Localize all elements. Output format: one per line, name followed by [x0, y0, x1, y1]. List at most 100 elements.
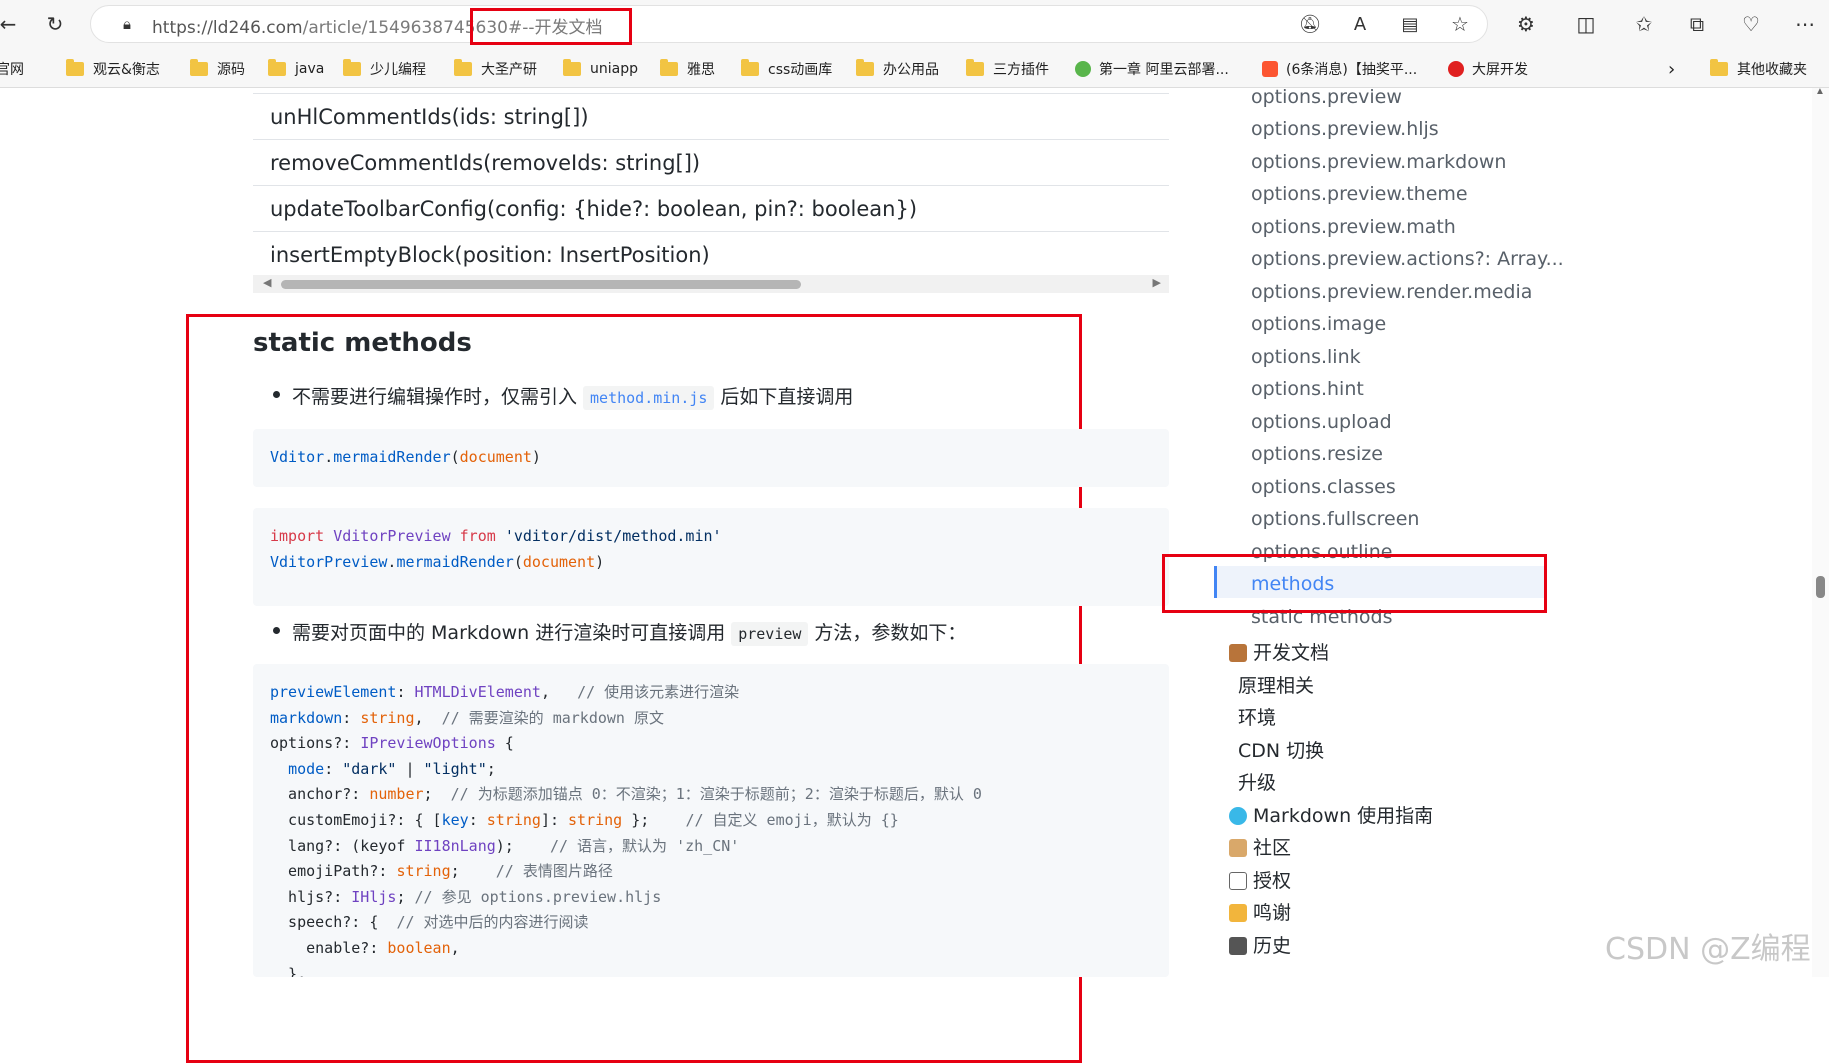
toc-item[interactable]: options.hint: [1251, 378, 1364, 400]
list-item: 需要对页面中的 Markdown 进行渲染时可直接调用 preview 方法，参数如…: [268, 618, 966, 646]
folder-icon: [1710, 59, 1728, 76]
url-hash-highlight: [470, 8, 632, 45]
bookmark-item[interactable]: (6条消息)【抽奖平...: [1262, 58, 1417, 80]
toc-item[interactable]: options.link: [1251, 346, 1361, 368]
read-aloud-icon[interactable]: A: [1346, 10, 1374, 38]
bookmark-item[interactable]: 大屏开发: [1448, 58, 1528, 80]
bookmarks-bar: 官网 观云&衡志 源码 java 少儿编程 大圣产研 uniapp 雅思 css…: [0, 48, 1829, 88]
toc-section[interactable]: 环境: [1238, 703, 1276, 730]
code-block: import VditorPreview from 'vditor/dist/m…: [253, 508, 1169, 606]
bookmark-folder[interactable]: uniapp: [563, 58, 638, 80]
markdown-guide-icon: [1229, 807, 1247, 825]
list-item: 不需要进行编辑操作时，仅需引入 method.min.js 后如下直接调用: [268, 382, 853, 410]
aliyun-icon: [1075, 61, 1091, 77]
site-icon: [1448, 61, 1464, 77]
folder-icon: [66, 59, 84, 76]
bookmark-folder[interactable]: 三方插件: [966, 58, 1049, 80]
csdn-icon: [1262, 61, 1278, 77]
bookmark-folder[interactable]: 雅思: [660, 58, 715, 80]
inline-code: preview: [731, 622, 809, 646]
back-icon[interactable]: ←: [0, 10, 22, 38]
toc-item[interactable]: options.classes: [1251, 476, 1396, 498]
toc-section[interactable]: 开发文档: [1229, 638, 1329, 665]
browser-essentials-icon[interactable]: ♡: [1737, 10, 1765, 38]
folder-icon: [660, 59, 678, 76]
bookmark-item[interactable]: 官网: [0, 58, 24, 80]
inline-code: method.min.js: [583, 386, 715, 410]
toc-item[interactable]: options.resize: [1251, 443, 1383, 465]
toc-section[interactable]: 授权: [1229, 866, 1291, 893]
dev-docs-icon: [1229, 644, 1247, 662]
toc-section[interactable]: 鸣谢: [1229, 898, 1291, 925]
toc-item[interactable]: options.image: [1251, 313, 1386, 335]
toc-item[interactable]: options.fullscreen: [1251, 508, 1419, 530]
license-icon: [1229, 872, 1247, 890]
table-of-contents: options.preview options.preview.hljs opt…: [1162, 86, 1564, 977]
folder-icon: [190, 59, 208, 76]
code-block: previewElement: HTMLDivElement, // 使用该元素…: [253, 664, 1169, 977]
folder-icon: [454, 59, 472, 76]
bookmark-folder[interactable]: 大圣产研: [454, 58, 537, 80]
community-icon: [1229, 839, 1247, 857]
bookmark-folder[interactable]: 观云&衡志: [66, 58, 160, 80]
thanks-icon: [1229, 904, 1247, 922]
immersive-reader-icon[interactable]: ▤: [1396, 10, 1424, 38]
mute-icon[interactable]: 🔕︎: [1296, 10, 1324, 38]
favorites-icon[interactable]: ✩: [1630, 10, 1658, 38]
lock-icon[interactable]: 🔒︎: [113, 10, 141, 38]
folder-icon: [856, 59, 874, 76]
section-heading: static methods: [253, 328, 472, 358]
folder-icon: [966, 59, 984, 76]
toc-methods-highlight: [1162, 554, 1547, 613]
reload-icon[interactable]: ↻: [41, 10, 69, 38]
bookmark-folder[interactable]: 源码: [190, 58, 245, 80]
toc-item[interactable]: options.preview.theme: [1251, 183, 1468, 205]
bookmark-folder[interactable]: java: [268, 58, 324, 80]
code-block: Vditor.mermaidRender(document): [253, 429, 1169, 487]
collections-icon[interactable]: ⧉: [1683, 10, 1711, 38]
toc-section[interactable]: 原理相关: [1238, 671, 1314, 698]
more-icon[interactable]: ⋯: [1791, 10, 1819, 38]
chevron-right-icon[interactable]: ›: [1668, 58, 1675, 80]
toc-section[interactable]: CDN 切换: [1238, 736, 1324, 763]
table-row: unHlCommentIds(ids: string[]): [253, 93, 1169, 139]
toc-section[interactable]: Markdown 使用指南: [1229, 801, 1433, 828]
page-content: unHlCommentIds(ids: string[]) removeComm…: [0, 86, 1829, 1063]
split-screen-icon[interactable]: ◫: [1572, 10, 1600, 38]
scrollbar-thumb[interactable]: [281, 280, 801, 289]
bookmark-folder[interactable]: 少儿编程: [343, 58, 426, 80]
folder-icon: [343, 59, 361, 76]
bookmark-folder[interactable]: css动画库: [741, 58, 832, 80]
toc-item[interactable]: options.preview: [1251, 86, 1402, 108]
history-icon: [1229, 937, 1247, 955]
scroll-right-icon[interactable]: ▶: [1153, 276, 1161, 289]
bookmark-item[interactable]: 第一章 阿里云部署...: [1075, 58, 1229, 80]
toc-item[interactable]: options.preview.markdown: [1251, 151, 1506, 173]
toc-section[interactable]: 历史: [1229, 931, 1291, 958]
bookmark-label: 官网: [0, 62, 24, 78]
scroll-up-icon[interactable]: ▲: [1815, 86, 1825, 97]
scroll-left-icon[interactable]: ◀: [263, 276, 271, 289]
table-row: removeCommentIds(removeIds: string[]): [253, 139, 1169, 185]
vertical-scrollbar[interactable]: ▲: [1812, 86, 1829, 977]
horizontal-scrollbar[interactable]: ◀ ▶: [253, 275, 1169, 293]
extensions-icon[interactable]: ⚙: [1512, 10, 1540, 38]
toc-section[interactable]: 社区: [1229, 833, 1291, 860]
toc-item[interactable]: options.preview.math: [1251, 216, 1456, 238]
watermark: CSDN @Z编程: [1605, 932, 1811, 967]
browser-toolbar: ← ↻ 🔒︎ https://ld246.com/article/1549638…: [0, 0, 1829, 48]
bookmark-folder[interactable]: 办公用品: [856, 58, 939, 80]
bookmark-folder[interactable]: 其他收藏夹: [1710, 58, 1807, 80]
folder-icon: [741, 59, 759, 76]
scrollbar-thumb[interactable]: [1816, 576, 1825, 598]
toc-item[interactable]: options.preview.render.media: [1251, 281, 1532, 303]
table-row: updateToolbarConfig(config: {hide?: bool…: [253, 185, 1169, 231]
toc-item[interactable]: options.preview.actions?: Array...: [1251, 248, 1564, 270]
toc-item[interactable]: options.preview.hljs: [1251, 118, 1439, 140]
toc-item[interactable]: options.upload: [1251, 411, 1392, 433]
table-row: insertEmptyBlock(position: InsertPositio…: [253, 231, 1169, 277]
toc-section[interactable]: 升级: [1238, 768, 1276, 795]
folder-icon: [563, 59, 581, 76]
folder-icon: [268, 59, 286, 76]
favorite-star-icon[interactable]: ☆: [1446, 10, 1474, 38]
